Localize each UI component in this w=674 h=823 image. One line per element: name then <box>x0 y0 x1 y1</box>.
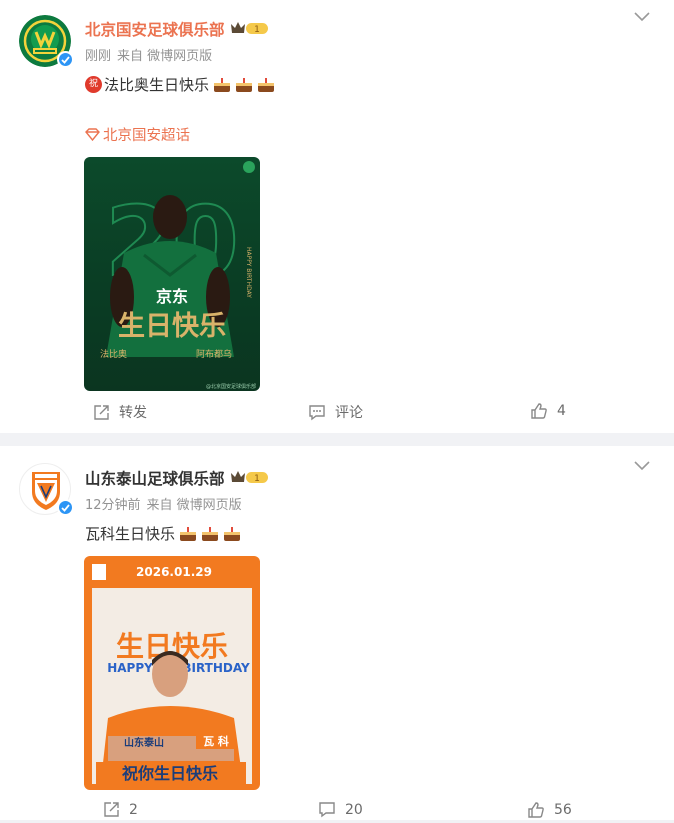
player-name-right: 阿布都乌 <box>196 348 232 360</box>
cake-emoji-icon <box>236 78 253 92</box>
chevron-down-icon[interactable] <box>634 12 650 22</box>
member-badge[interactable]: 1 <box>230 20 270 36</box>
verified-icon <box>57 499 74 516</box>
happy-text: HAPPY <box>107 661 153 675</box>
cake-emoji-icon <box>258 78 275 92</box>
cake-emoji-icon <box>202 527 219 541</box>
post-source: 来自 微博网页版 <box>117 49 213 64</box>
birthday-text: BIRTHDAY <box>182 661 250 675</box>
avatar[interactable] <box>19 463 74 516</box>
repost-button[interactable]: 2 <box>103 801 138 818</box>
repost-icon <box>104 802 119 817</box>
post-time[interactable]: 刚刚 <box>85 49 111 64</box>
poster-date: 2026.01.29 <box>136 565 212 579</box>
thumbs-up-icon <box>528 802 544 818</box>
cake-emoji-icon <box>214 78 231 92</box>
action-bar: 转发 评论 4 <box>0 402 674 424</box>
player-name-left: 法比奥 <box>100 348 127 360</box>
comment-button[interactable]: 评论 <box>308 402 363 422</box>
topic-link[interactable]: 北京国安超话 <box>85 124 190 145</box>
post-meta: 刚刚 来自 微博网页版 <box>85 45 218 64</box>
post-image[interactable]: 2026.01.29 生日快乐 HAPPY BIRTHDAY 瓦 科 山东泰山 … <box>84 556 260 790</box>
member-badge[interactable]: 1 <box>230 469 270 485</box>
post-time[interactable]: 12分钟前 <box>85 498 141 513</box>
weibo-post-beijing-guoan: 北京国安足球俱乐部 1 刚刚 来自 微博网页版 祝 法比奥生日快乐 北京国安超话 … <box>0 0 674 433</box>
sponsor-text: 山东泰山 <box>124 736 164 749</box>
weibo-post-shandong-taishan: 山东泰山足球俱乐部 1 12分钟前 来自 微博网页版 瓦科生日快乐 2026.01… <box>0 446 674 820</box>
name-tag: 瓦 科 <box>203 734 229 748</box>
like-button[interactable]: 56 <box>527 801 572 819</box>
post-source: 来自 微博网页版 <box>146 498 242 513</box>
post-image[interactable]: 20 京东 生日快乐 法比奥 阿布都乌 HAPPY BIRTHDAY @北京国安… <box>84 157 260 391</box>
comment-button[interactable]: 20 <box>318 801 363 818</box>
post-text: 祝 法比奥生日快乐 <box>85 74 275 95</box>
chevron-down-icon[interactable] <box>634 461 650 471</box>
author-name[interactable]: 山东泰山足球俱乐部 <box>85 467 225 489</box>
watermark: @北京国安足球俱乐部 <box>206 383 256 390</box>
blessing-text: 祝你生日快乐 <box>122 764 218 783</box>
author-name[interactable]: 北京国安足球俱乐部 <box>85 18 225 40</box>
comment-icon <box>319 802 335 818</box>
verified-icon <box>57 51 74 68</box>
poster-title: 生日快乐 <box>118 311 226 342</box>
thumbs-up-icon <box>531 403 547 419</box>
post-text: 瓦科生日快乐 <box>85 523 241 544</box>
comment-icon <box>309 404 325 420</box>
birthday-poster: 20 京东 生日快乐 法比奥 阿布都乌 HAPPY BIRTHDAY @北京国安… <box>100 161 256 390</box>
repost-icon <box>94 404 109 420</box>
cake-emoji-icon <box>180 527 197 541</box>
birthday-poster: 2026.01.29 生日快乐 HAPPY BIRTHDAY 瓦 科 山东泰山 … <box>92 564 252 790</box>
blessing-emoji-icon: 祝 <box>85 76 102 93</box>
avatar[interactable] <box>19 15 74 68</box>
diamond-icon <box>85 128 100 141</box>
cake-emoji-icon <box>224 527 241 541</box>
repost-button[interactable]: 转发 <box>93 402 147 422</box>
like-button[interactable]: 4 <box>530 402 566 420</box>
member-level: 1 <box>254 474 260 484</box>
side-text: HAPPY BIRTHDAY <box>245 247 252 298</box>
sponsor-text: 京东 <box>156 287 188 306</box>
post-meta: 12分钟前 来自 微博网页版 <box>85 494 248 513</box>
member-level: 1 <box>254 25 260 35</box>
